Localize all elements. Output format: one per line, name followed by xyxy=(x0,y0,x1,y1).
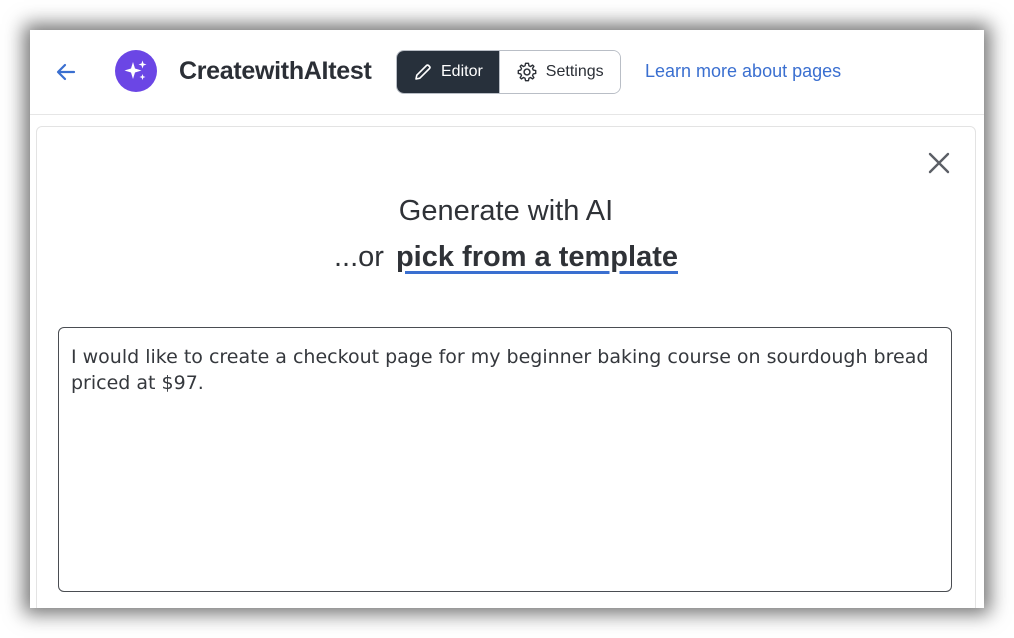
screen: CreatewithAItest Editor Settings Learn m… xyxy=(0,0,1014,638)
dialog-subtitle: ...or pick from a template xyxy=(37,238,975,276)
top-bar: CreatewithAItest Editor Settings Learn m… xyxy=(30,30,984,115)
learn-more-link[interactable]: Learn more about pages xyxy=(645,60,841,82)
subtitle-prefix: ...or xyxy=(334,241,384,273)
sparkles-icon xyxy=(124,60,147,80)
back-button[interactable] xyxy=(52,58,80,86)
pencil-icon xyxy=(415,64,431,80)
mode-toggle: Editor Settings xyxy=(396,50,621,94)
tab-editor[interactable]: Editor xyxy=(397,51,499,93)
tab-settings[interactable]: Settings xyxy=(498,51,620,93)
app-window: CreatewithAItest Editor Settings Learn m… xyxy=(30,30,984,608)
arrow-left-icon xyxy=(56,63,76,81)
generate-dialog: Generate with AI ...or pick from a templa… xyxy=(36,126,976,608)
tab-editor-label: Editor xyxy=(441,63,483,80)
gear-icon xyxy=(517,62,537,82)
logo xyxy=(115,50,157,92)
pick-template-link[interactable]: pick from a template xyxy=(396,241,678,273)
tab-settings-label: Settings xyxy=(545,63,604,80)
close-button[interactable] xyxy=(927,151,951,175)
close-icon xyxy=(928,152,950,174)
app-title: CreatewithAItest xyxy=(179,57,372,85)
prompt-input[interactable]: I would like to create a checkout page f… xyxy=(58,327,952,592)
dialog-title: Generate with AI xyxy=(398,195,614,227)
